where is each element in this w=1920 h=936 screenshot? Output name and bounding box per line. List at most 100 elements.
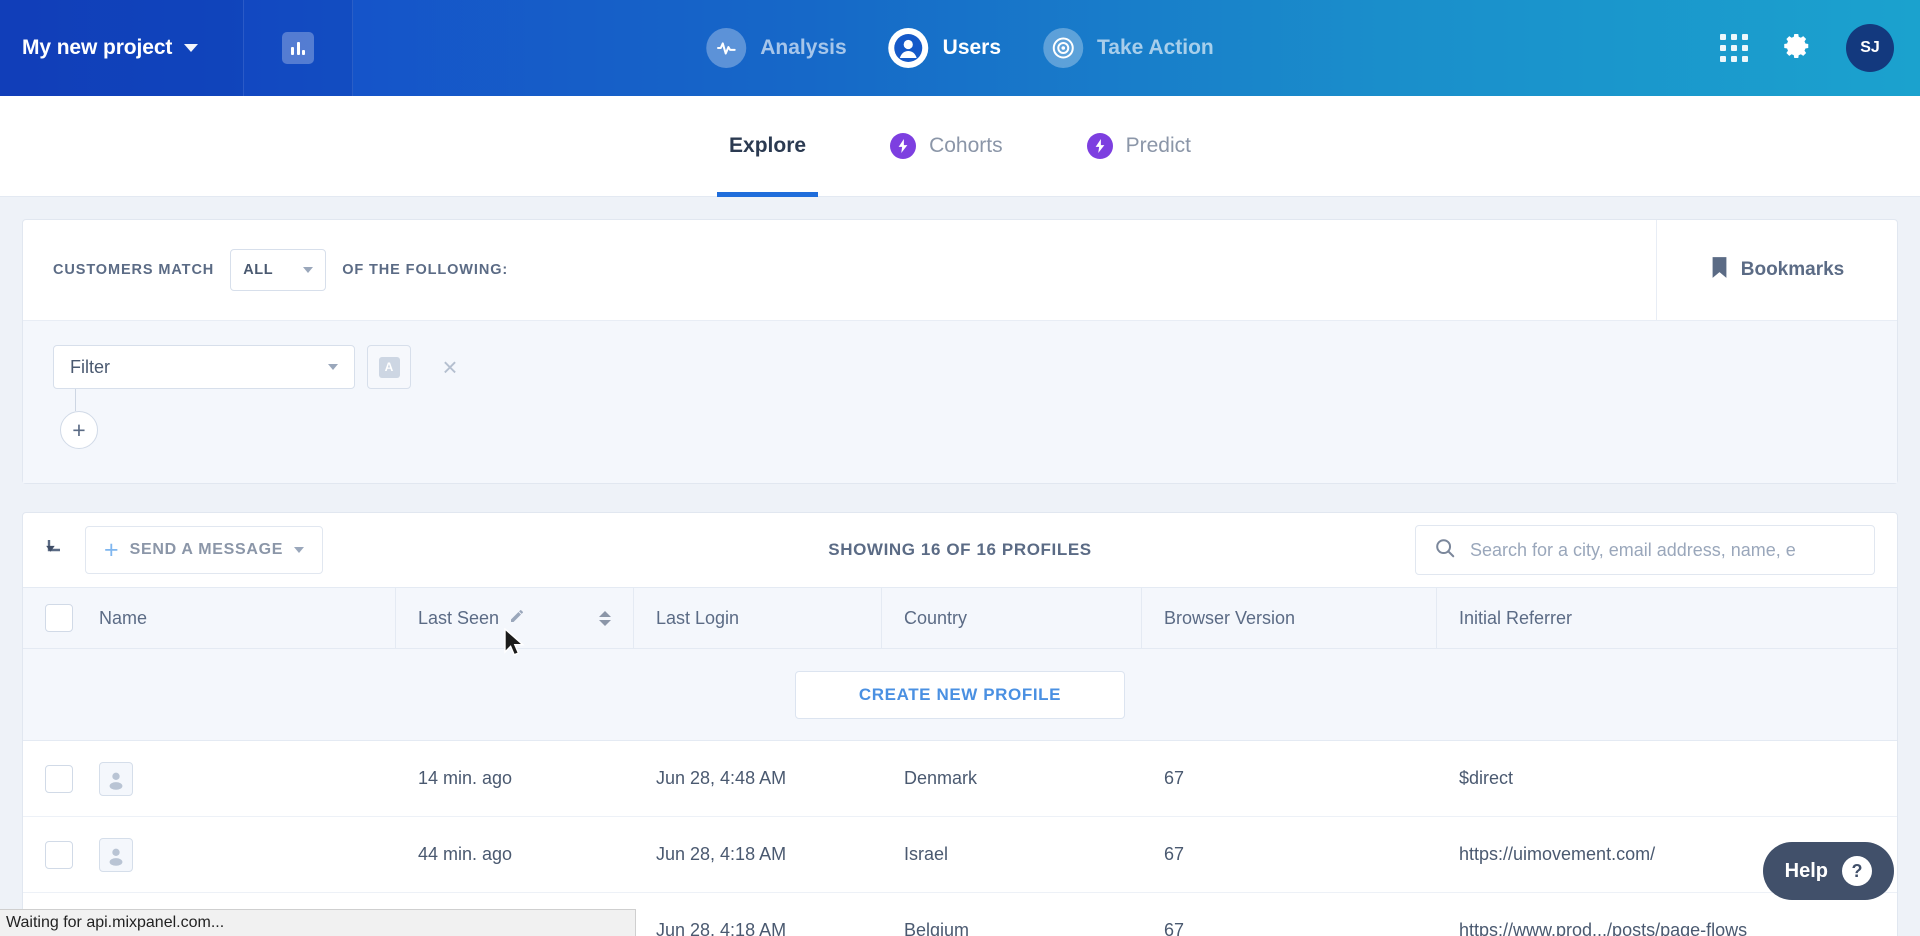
cell-initial-referrer: $direct xyxy=(1459,768,1514,788)
filter-connector-line xyxy=(75,389,76,411)
chevron-down-icon xyxy=(294,547,305,553)
cell-country: Israel xyxy=(904,844,949,864)
column-header-last-login[interactable]: Last Login xyxy=(634,588,882,648)
column-header-initial-referrer-label: Initial Referrer xyxy=(1459,607,1573,628)
chevron-down-icon xyxy=(184,44,199,52)
nav-right-controls: SJ xyxy=(1720,24,1894,72)
help-button[interactable]: Help ? xyxy=(1762,842,1894,900)
project-name-label: My new project xyxy=(22,36,173,59)
filter-panel: CUSTOMERS MATCH ALL OF THE FOLLOWING: Bo… xyxy=(22,219,1898,484)
browser-status-bar: Waiting for api.mixpanel.com... xyxy=(0,909,636,936)
page-body: CUSTOMERS MATCH ALL OF THE FOLLOWING: Bo… xyxy=(0,197,1920,936)
tab-cohorts-label: Cohorts xyxy=(929,134,1003,157)
cell-last-seen: 44 min. ago xyxy=(418,844,513,864)
project-selector[interactable]: My new project xyxy=(0,0,243,96)
chevron-down-icon xyxy=(328,364,338,370)
of-the-following-label: OF THE FOLLOWING: xyxy=(342,262,509,278)
cell-last-seen: 14 min. ago xyxy=(418,768,513,788)
cell-country: Belgium xyxy=(904,920,970,936)
row-select-cell xyxy=(23,837,396,872)
profiles-count-label: SHOWING 16 OF 16 PROFILES xyxy=(828,540,1092,559)
cell-last-login: Jun 28, 4:18 AM xyxy=(656,920,787,936)
nav-item-analysis[interactable]: Analysis xyxy=(706,28,847,68)
user-circle-icon xyxy=(888,28,929,68)
table-row[interactable]: 14 min. ago Jun 28, 4:48 AM Denmark 67 $… xyxy=(23,741,1897,817)
row-checkbox[interactable] xyxy=(45,764,73,793)
cell-initial-referrer: https://www.prod.../posts/page-flows xyxy=(1459,920,1748,936)
column-header-browser-version[interactable]: Browser Version xyxy=(1142,588,1437,648)
filter-property-select[interactable]: Filter xyxy=(53,345,355,389)
nav-item-take-action[interactable]: Take Action xyxy=(1043,28,1214,68)
search-box[interactable] xyxy=(1415,525,1875,575)
pulse-analysis-icon xyxy=(706,28,747,68)
create-profile-row: CREATE NEW PROFILE xyxy=(23,649,1897,741)
row-checkbox[interactable] xyxy=(45,840,73,869)
cell-browser-version: 67 xyxy=(1164,768,1185,788)
filter-panel-body: Filter A × + xyxy=(23,321,1897,483)
search-icon xyxy=(1434,537,1456,564)
column-header-last-seen-label: Last Seen xyxy=(418,607,500,628)
customers-match-row: CUSTOMERS MATCH ALL OF THE FOLLOWING: xyxy=(23,220,1656,320)
section-tabs: Explore Cohorts Predict xyxy=(0,96,1920,197)
bolt-icon xyxy=(1086,133,1113,159)
send-a-message-button[interactable]: + SEND A MESSAGE xyxy=(85,526,324,574)
plus-icon: + xyxy=(104,536,119,564)
column-header-country[interactable]: Country xyxy=(882,588,1142,648)
profile-avatar-icon[interactable] xyxy=(99,761,133,796)
bookmark-flag-icon xyxy=(1710,256,1729,284)
top-navigation-bar: My new project Analysis Users Take Actio… xyxy=(0,0,1920,96)
column-header-browser-version-label: Browser Version xyxy=(1164,607,1296,628)
table-header-row: Name Last Seen Last Login Country Browse… xyxy=(23,587,1897,649)
primary-nav: Analysis Users Take Action xyxy=(706,28,1214,68)
avatar[interactable]: SJ xyxy=(1846,24,1894,72)
attribute-type-button[interactable]: A xyxy=(367,345,411,389)
bolt-icon xyxy=(890,133,917,159)
table-toolbar: + SEND A MESSAGE SHOWING 16 OF 16 PROFIL… xyxy=(23,513,1897,587)
tab-explore-label: Explore xyxy=(729,134,807,157)
grid-apps-icon[interactable] xyxy=(1720,34,1748,62)
profile-avatar-icon[interactable] xyxy=(99,837,133,872)
tab-predict[interactable]: Predict xyxy=(1075,96,1203,196)
match-type-value: ALL xyxy=(243,262,274,278)
cell-browser-version: 67 xyxy=(1164,844,1185,864)
nav-item-take-action-label: Take Action xyxy=(1097,36,1214,59)
tab-cohorts[interactable]: Cohorts xyxy=(878,96,1015,196)
status-text: Waiting for api.mixpanel.com... xyxy=(6,914,225,931)
nav-item-users-label: Users xyxy=(942,36,1002,59)
chevron-down-icon xyxy=(303,267,314,273)
bar-chart-icon xyxy=(282,32,314,64)
profiles-table-card: + SEND A MESSAGE SHOWING 16 OF 16 PROFIL… xyxy=(22,512,1898,936)
column-header-initial-referrer[interactable]: Initial Referrer xyxy=(1437,588,1897,648)
nav-item-users[interactable]: Users xyxy=(888,28,1002,68)
target-bullseye-icon xyxy=(1043,28,1084,68)
pencil-edit-icon[interactable] xyxy=(509,608,525,629)
filter-panel-header: CUSTOMERS MATCH ALL OF THE FOLLOWING: Bo… xyxy=(23,220,1897,321)
export-arrow-icon[interactable] xyxy=(45,536,69,565)
filter-row: Filter A × xyxy=(53,345,1867,411)
cell-browser-version: 67 xyxy=(1164,920,1185,936)
help-label: Help xyxy=(1784,859,1828,882)
add-filter-button[interactable]: + xyxy=(60,411,98,449)
column-header-last-seen[interactable]: Last Seen xyxy=(396,588,634,648)
search-input[interactable] xyxy=(1470,539,1856,561)
send-a-message-label: SEND A MESSAGE xyxy=(129,541,284,558)
table-row[interactable]: 44 min. ago Jun 28, 4:18 AM Israel 67 ht… xyxy=(23,817,1897,893)
text-attribute-icon: A xyxy=(378,356,400,378)
bookmarks-label: Bookmarks xyxy=(1740,259,1845,280)
bookmarks-button[interactable]: Bookmarks xyxy=(1656,220,1897,320)
match-type-select[interactable]: ALL xyxy=(230,249,327,291)
create-new-profile-button[interactable]: CREATE NEW PROFILE xyxy=(795,670,1125,719)
column-header-last-login-label: Last Login xyxy=(656,607,740,628)
sort-toggle-icon[interactable] xyxy=(599,610,611,626)
cell-last-login: Jun 28, 4:18 AM xyxy=(656,844,787,864)
tab-explore[interactable]: Explore xyxy=(717,96,819,197)
remove-filter-button[interactable]: × xyxy=(437,354,463,380)
column-header-name[interactable]: Name xyxy=(23,588,396,648)
boards-button[interactable] xyxy=(243,0,353,96)
column-header-country-label: Country xyxy=(904,607,968,628)
cell-country: Denmark xyxy=(904,768,978,788)
filter-property-value: Filter xyxy=(70,356,110,377)
question-mark-icon: ? xyxy=(1842,856,1872,886)
select-all-checkbox[interactable] xyxy=(45,604,73,632)
gear-icon[interactable] xyxy=(1782,31,1812,66)
